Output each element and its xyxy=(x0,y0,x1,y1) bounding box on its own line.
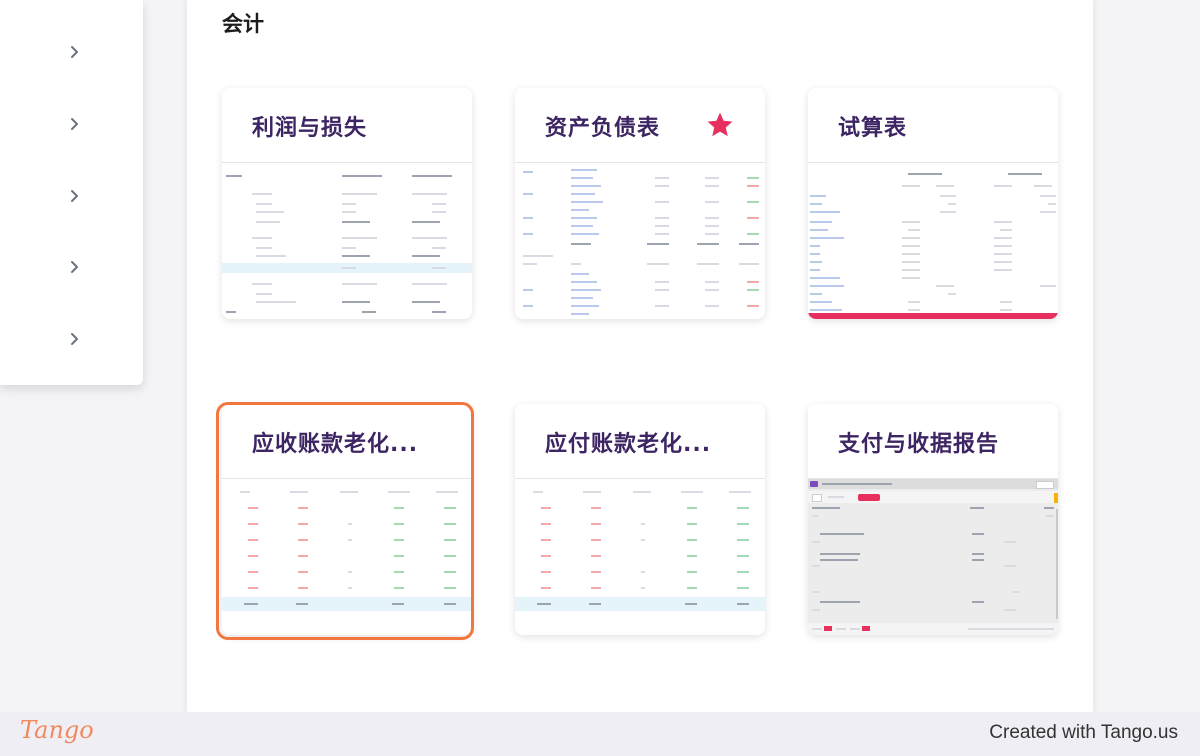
card-header: 支付与收据报告 xyxy=(808,404,1058,479)
sidebar-expand-4[interactable] xyxy=(62,255,86,279)
report-card-payments-receipts[interactable]: 支付与收据报告 xyxy=(808,404,1058,635)
footer-credit: Created with Tango.us xyxy=(989,722,1178,743)
report-thumbnail xyxy=(808,163,1058,319)
card-header: 资产负债表 xyxy=(515,88,765,163)
sidebar-expand-2[interactable] xyxy=(62,112,86,136)
report-thumbnail xyxy=(808,479,1058,635)
card-header: 应收账款老化... xyxy=(222,404,472,479)
report-thumbnail xyxy=(515,163,765,319)
report-card-trial-balance[interactable]: 试算表 xyxy=(808,88,1058,319)
main-panel: 会计 利润与损失 资产负债表 试算表 应收账款老化... 应付账款老化... 支… xyxy=(187,0,1093,712)
report-card-profit-loss[interactable]: 利润与损失 xyxy=(222,88,472,319)
card-header: 试算表 xyxy=(808,88,1058,163)
tango-logo: Tango xyxy=(20,716,94,744)
card-title: 试算表 xyxy=(838,116,908,141)
card-title: 利润与损失 xyxy=(252,116,368,141)
card-header: 应付账款老化... xyxy=(515,404,765,479)
sidebar-expand-5[interactable] xyxy=(62,327,86,351)
card-title: 应付账款老化... xyxy=(545,432,712,457)
chevron-right-icon xyxy=(71,190,78,202)
chevron-right-icon xyxy=(71,333,78,345)
report-thumbnail xyxy=(222,479,472,635)
chevron-right-icon xyxy=(71,261,78,273)
card-title: 资产负债表 xyxy=(545,116,661,141)
card-title: 应收账款老化... xyxy=(252,432,419,457)
sidebar-expand-1[interactable] xyxy=(62,40,86,64)
star-icon[interactable] xyxy=(705,110,735,140)
chevron-right-icon xyxy=(71,46,78,58)
card-title: 支付与收据报告 xyxy=(838,432,1000,457)
sidebar-expand-3[interactable] xyxy=(62,184,86,208)
chevron-right-icon xyxy=(71,118,78,130)
card-header: 利润与损失 xyxy=(222,88,472,163)
section-title: 会计 xyxy=(222,12,264,36)
sidebar xyxy=(0,0,143,385)
report-card-ar-aging[interactable]: 应收账款老化... xyxy=(222,404,472,635)
report-thumbnail xyxy=(222,163,472,319)
report-card-ap-aging[interactable]: 应付账款老化... xyxy=(515,404,765,635)
report-thumbnail xyxy=(515,479,765,635)
report-card-balance-sheet[interactable]: 资产负债表 xyxy=(515,88,765,319)
